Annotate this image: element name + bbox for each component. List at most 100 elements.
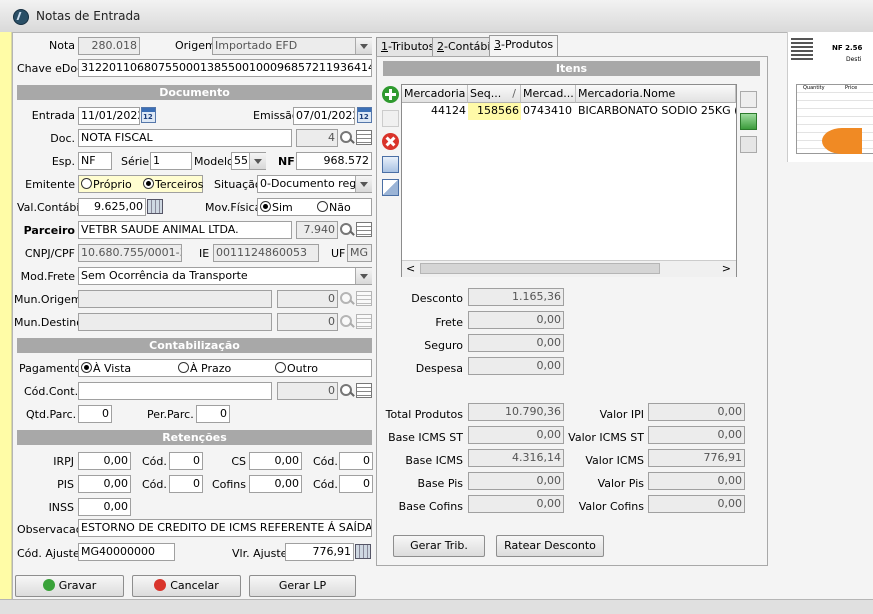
uf-field[interactable]: MG	[347, 244, 372, 262]
scroll-right-icon[interactable]: >	[722, 262, 731, 275]
calendar-icon[interactable]: 12	[357, 107, 372, 123]
chevron-down-icon[interactable]	[355, 38, 372, 54]
emitente-terceiros-radio[interactable]	[143, 178, 154, 189]
calculator-icon[interactable]	[147, 199, 163, 214]
chevron-down-icon[interactable]	[355, 268, 372, 284]
despesa-field[interactable]: 0,00	[468, 357, 564, 375]
cod3-field[interactable]: 0	[169, 475, 203, 493]
scrollbar-thumb[interactable]	[420, 263, 660, 274]
mundestino-field[interactable]	[78, 313, 272, 331]
doc-code-field[interactable]: 4	[296, 129, 338, 147]
cancelar-button[interactable]: Cancelar	[132, 575, 241, 597]
gravar-button[interactable]: Gravar	[15, 575, 124, 597]
table-row[interactable]: 44124 158566 0743410 BICARBONATO SODIO 2…	[402, 103, 736, 120]
chevron-down-icon[interactable]	[355, 176, 372, 192]
pis-field[interactable]: 0,00	[78, 475, 131, 493]
observacao-field[interactable]: ESTORNO DE CREDITO DE ICMS REFERENTE Á S…	[78, 519, 372, 537]
vlrajuste-field[interactable]: 776,91	[285, 543, 354, 561]
cs-field[interactable]: 0,00	[249, 452, 302, 470]
tab-produtos[interactable]: 3-Produtos	[489, 35, 559, 57]
munorigem-field[interactable]	[78, 290, 272, 308]
origem-select[interactable]: Importado EFD	[212, 37, 372, 55]
list-icon[interactable]	[356, 291, 372, 306]
itens-table[interactable]: Mercadoria Seq... / Mercad... Mercadoria.…	[401, 84, 737, 277]
delete-icon[interactable]	[382, 133, 399, 150]
serie-field[interactable]: 1	[150, 152, 192, 170]
valorcofins-field[interactable]: 0,00	[648, 495, 745, 513]
basepis-field[interactable]: 0,00	[468, 472, 564, 490]
search-icon[interactable]	[339, 383, 355, 399]
ratear-desconto-button[interactable]: Ratear Desconto	[496, 535, 604, 557]
mundestino-code-field[interactable]: 0	[277, 313, 338, 331]
column-header-seq[interactable]: Seq... /	[468, 85, 521, 103]
cofins-field[interactable]: 0,00	[249, 475, 302, 493]
chave-field[interactable]: 3122011068075500013855001000968572119364…	[78, 59, 372, 77]
search-icon[interactable]	[339, 130, 355, 146]
parceiro-code-field[interactable]: 7.940	[296, 221, 338, 239]
edit-icon[interactable]	[382, 110, 399, 127]
movfisica-sim-radio[interactable]	[260, 201, 271, 212]
column-header-mercad[interactable]: Mercad...	[521, 85, 576, 103]
tool-icon[interactable]	[740, 136, 757, 153]
report-icon[interactable]	[382, 179, 399, 196]
column-header-mercadoria[interactable]: Mercadoria	[402, 85, 468, 103]
horizontal-scrollbar[interactable]: < >	[402, 260, 736, 277]
codcont-code-field[interactable]: 0	[277, 382, 338, 400]
esp-field[interactable]: NF	[78, 152, 112, 170]
valcontabil-field[interactable]: 9.625,00	[78, 198, 146, 216]
calculator-icon[interactable]	[355, 544, 371, 559]
list-icon[interactable]	[356, 314, 372, 329]
cod4-field[interactable]: 0	[339, 475, 373, 493]
list-icon[interactable]	[356, 130, 372, 145]
qtdparc-field[interactable]: 0	[78, 405, 112, 423]
cod2-field[interactable]: 0	[339, 452, 373, 470]
codcont-field[interactable]	[78, 382, 272, 400]
parceiro-field[interactable]: VETBR SAUDE ANIMAL LTDA.	[78, 221, 292, 239]
emissao-date-field[interactable]: 07/01/2022	[293, 107, 355, 125]
valoricms-field[interactable]: 776,91	[648, 449, 745, 467]
entrada-date-field[interactable]: 11/01/2022	[78, 107, 140, 125]
movfisica-nao-radio[interactable]	[317, 201, 328, 212]
column-header-mercadoria-nome[interactable]: Mercadoria.Nome	[576, 85, 736, 103]
valoricmsst-field[interactable]: 0,00	[648, 426, 745, 444]
modfrete-select[interactable]: Sem Ocorrência da Transporte	[78, 267, 372, 285]
search-icon[interactable]	[740, 91, 757, 108]
pagamento-aprazo-radio[interactable]	[178, 362, 189, 373]
chevron-down-icon[interactable]	[249, 153, 266, 169]
cnpj-field[interactable]: 10.680.755/0001-38	[78, 244, 182, 262]
add-icon[interactable]	[382, 86, 399, 103]
tab-tributos[interactable]: 1-Tributos	[376, 37, 440, 57]
basecofins-field[interactable]: 0,00	[468, 495, 564, 513]
gerar-trib-button[interactable]: Gerar Trib.	[393, 535, 485, 557]
perparc-field[interactable]: 0	[196, 405, 230, 423]
doc-field[interactable]: NOTA FISCAL	[78, 129, 292, 147]
search-icon[interactable]	[339, 222, 355, 238]
totalprod-field[interactable]: 10.790,36	[468, 403, 564, 421]
copy-icon[interactable]	[382, 156, 399, 173]
search-icon[interactable]	[339, 314, 355, 330]
list-icon[interactable]	[356, 383, 372, 398]
seguro-field[interactable]: 0,00	[468, 334, 564, 352]
nota-field[interactable]: 280.018	[78, 37, 140, 55]
pagamento-outro-radio[interactable]	[275, 362, 286, 373]
baseicmsst-field[interactable]: 0,00	[468, 426, 564, 444]
cod1-field[interactable]: 0	[169, 452, 203, 470]
export-icon[interactable]	[740, 113, 757, 130]
irpj-field[interactable]: 0,00	[78, 452, 131, 470]
valorpis-field[interactable]: 0,00	[648, 472, 745, 490]
desconto-field[interactable]: 1.165,36	[468, 288, 564, 306]
search-icon[interactable]	[339, 291, 355, 307]
valoripi-field[interactable]: 0,00	[648, 403, 745, 421]
frete-field[interactable]: 0,00	[468, 311, 564, 329]
ie-field[interactable]: 0011124860053	[213, 244, 319, 262]
pagamento-avista-radio[interactable]	[81, 362, 92, 373]
scroll-left-icon[interactable]: <	[406, 262, 415, 275]
baseicms-field[interactable]: 4.316,14	[468, 449, 564, 467]
munorigem-code-field[interactable]: 0	[277, 290, 338, 308]
codajuste-field[interactable]: MG40000000	[78, 543, 175, 561]
nf-number-field[interactable]: 968.572	[296, 152, 372, 170]
gerar-lp-button[interactable]: Gerar LP	[249, 575, 356, 597]
calendar-icon[interactable]: 12	[141, 107, 156, 123]
list-icon[interactable]	[356, 222, 372, 237]
inss-field[interactable]: 0,00	[78, 498, 131, 516]
